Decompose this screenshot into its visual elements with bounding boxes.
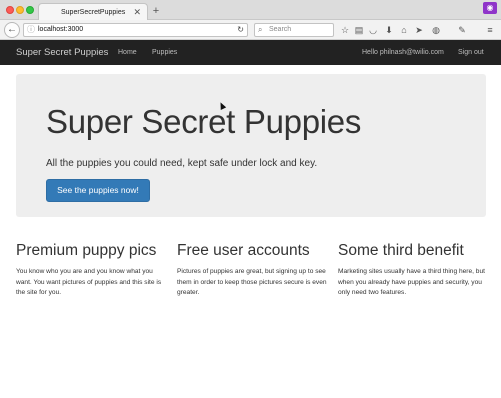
site-info-icon[interactable]: ⓘ <box>27 24 35 36</box>
minimize-window-button[interactable] <box>16 6 24 14</box>
feature-text: Marketing sites usually have a third thi… <box>338 268 485 296</box>
feature-column: Some third benefit Marketing sites usual… <box>338 241 488 299</box>
search-placeholder: Search <box>269 26 292 33</box>
search-input[interactable]: ⌕ Search <box>254 23 334 37</box>
feature-title: Some third benefit <box>338 242 464 259</box>
sign-out-link[interactable]: Sign out <box>458 40 484 65</box>
feature-column: Free user accounts Pictures of puppies a… <box>177 241 327 299</box>
search-icon: ⌕ <box>258 25 263 34</box>
private-browsing-icon[interactable]: ◉ <box>483 2 497 14</box>
feature-title: Premium puppy pics <box>16 242 157 259</box>
reload-icon[interactable]: ↻ <box>237 24 244 36</box>
tab-close-icon[interactable]: ✕ <box>133 4 141 21</box>
jumbotron-lead: All the puppies you could need, kept saf… <box>46 158 318 169</box>
pocket-icon[interactable]: ◡ <box>367 23 379 37</box>
reading-list-icon[interactable]: ▤ <box>353 23 365 37</box>
feature-text: Pictures of puppies are great, but signi… <box>177 268 327 296</box>
download-icon[interactable]: ⬇ <box>383 23 395 37</box>
close-window-button[interactable] <box>6 6 14 14</box>
bookmark-star-icon[interactable]: ☆ <box>339 23 351 37</box>
page-content: Super Secret Puppies All the puppies you… <box>0 65 501 398</box>
url-text[interactable]: localhost:3000 <box>38 24 83 36</box>
site-navbar: Super Secret Puppies Home Puppies Hello … <box>0 40 501 65</box>
navbar-brand[interactable]: Super Secret Puppies <box>16 40 108 65</box>
nav-link-home[interactable]: Home <box>118 40 137 65</box>
home-icon[interactable]: ⌂ <box>398 23 410 37</box>
feature-text: You know who you are and you know what y… <box>16 268 162 296</box>
tab-strip: SuperSecretPuppies ✕ + ◉ <box>0 0 501 21</box>
browser-tab[interactable]: SuperSecretPuppies ✕ <box>38 3 148 21</box>
back-button[interactable]: ← <box>4 22 20 38</box>
browser-window: SuperSecretPuppies ✕ + ◉ ← ⓘ localhost:3… <box>0 0 501 398</box>
tools-icon[interactable]: ✎ <box>456 23 468 37</box>
new-tab-button[interactable]: + <box>150 3 162 19</box>
user-greeting[interactable]: Hello philnash@twilio.com <box>362 40 444 65</box>
send-icon[interactable]: ➤ <box>413 23 425 37</box>
jumbotron: Super Secret Puppies All the puppies you… <box>16 74 486 217</box>
nav-link-puppies[interactable]: Puppies <box>152 40 177 65</box>
jumbotron-title: Super Secret Puppies <box>46 103 362 140</box>
browser-toolbar: ← ⓘ localhost:3000 ↻ ⌕ Search ☆ ▤ ◡ ⬇ ⌂ … <box>0 20 501 40</box>
feature-column: Premium puppy pics You know who you are … <box>16 241 166 299</box>
url-bar[interactable]: ⓘ localhost:3000 ↻ <box>23 23 248 37</box>
extension-icon[interactable]: ◍ <box>430 23 442 37</box>
menu-icon[interactable]: ≡ <box>484 23 496 37</box>
feature-title: Free user accounts <box>177 242 310 259</box>
see-puppies-button[interactable]: See the puppies now! <box>46 179 150 202</box>
tab-title: SuperSecretPuppies <box>61 9 126 16</box>
zoom-window-button[interactable] <box>26 6 34 14</box>
